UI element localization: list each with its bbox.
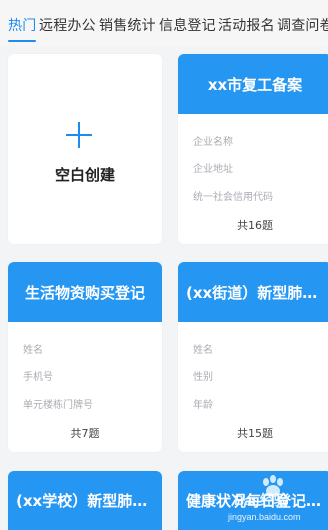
template-card[interactable]: 健康状况每日登记（... (178, 471, 328, 530)
template-field: 企业名称 (193, 137, 233, 148)
template-title: xx市复工备案 (207, 75, 303, 94)
template-field: 性别 (193, 372, 213, 383)
question-count: 共16题 (237, 219, 273, 232)
blank-create-label: 空白创建 (54, 166, 115, 184)
template-field: 企业地址 (193, 164, 233, 175)
template-title: (xx学校）新型肺炎... (16, 492, 154, 510)
template-field: 单元楼栋门牌号 (23, 400, 93, 411)
plus-icon (66, 122, 92, 148)
template-field: 姓名 (193, 345, 213, 356)
template-title: 生活物资购买登记 (24, 283, 145, 302)
template-card[interactable]: (xx学校）新型肺炎... (8, 471, 162, 530)
template-field: 手机号 (23, 372, 53, 383)
template-card-header: (xx学校）新型肺炎... (8, 471, 162, 530)
template-card-header: 健康状况每日登记（... (178, 471, 328, 530)
question-count: 共7题 (70, 427, 100, 440)
tab-sales-stats[interactable]: 销售统计 (99, 15, 156, 35)
blank-create-card[interactable]: 空白创建 (8, 54, 162, 244)
template-card[interactable]: xx市复工备案 企业名称 企业地址 统一社会信用代码 共16题 (178, 54, 328, 244)
tab-survey[interactable]: 调查问卷 (277, 15, 328, 35)
template-title: (xx街道）新型肺炎... (186, 283, 324, 302)
template-title: 健康状况每日登记（... (186, 492, 324, 510)
template-field: 姓名 (23, 345, 43, 356)
template-card-header: xx市复工备案 (178, 54, 328, 114)
category-tabs: 热门 远程办公 销售统计 信息登记 活动报名 调查问卷 (0, 0, 328, 46)
template-field: 统一社会信用代码 (193, 192, 273, 203)
template-card[interactable]: (xx街道）新型肺炎... 姓名 性别 年龄 共15题 (178, 262, 328, 452)
template-card-header: (xx街道）新型肺炎... (178, 262, 328, 322)
template-card-header: 生活物资购买登记 (8, 262, 162, 322)
tab-hot[interactable]: 热门 (8, 15, 36, 35)
template-card[interactable]: 生活物资购买登记 姓名 手机号 单元楼栋门牌号 共7题 (8, 262, 162, 452)
active-tab-indicator (8, 40, 36, 42)
tab-event-signup[interactable]: 活动报名 (218, 15, 275, 35)
tab-remote-office[interactable]: 远程办公 (39, 15, 96, 35)
question-count: 共15题 (237, 427, 273, 440)
template-field: 年龄 (193, 400, 213, 411)
tab-info-registration[interactable]: 信息登记 (159, 15, 216, 35)
